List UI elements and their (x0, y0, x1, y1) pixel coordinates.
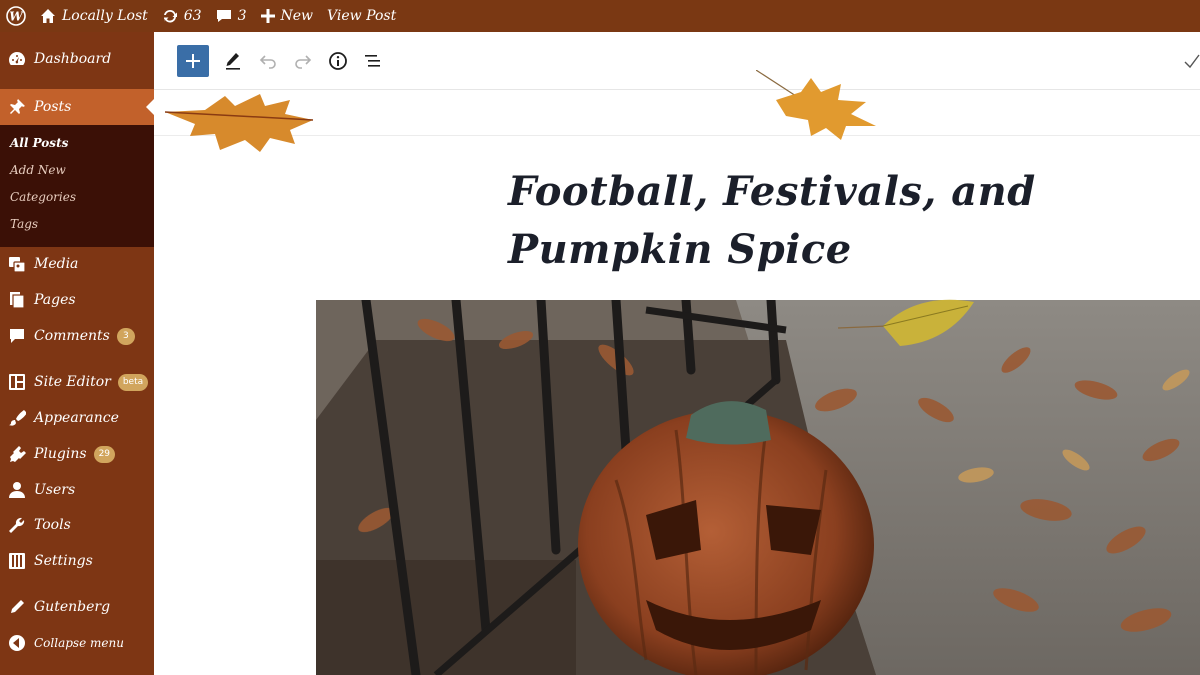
menu-label-users: Users (34, 482, 76, 498)
admin-bar: W Locally Lost 63 3 New View Post (0, 0, 1200, 32)
collapse-menu-label: Collapse menu (34, 636, 124, 650)
admin-sidebar: Dashboard Posts All Posts Add New Catego… (0, 32, 154, 675)
tools-button[interactable] (217, 45, 249, 77)
menu-label-appearance: Appearance (34, 410, 119, 426)
view-post-link[interactable]: View Post (320, 0, 403, 32)
pencil-icon (8, 598, 26, 616)
menu-label-pages: Pages (34, 292, 76, 308)
collapse-arrow-icon (8, 634, 26, 652)
site-name-label: Locally Lost (62, 8, 148, 24)
menu-label-settings: Settings (34, 553, 93, 569)
info-icon (329, 52, 347, 70)
plus-icon (186, 54, 200, 68)
site-name-link[interactable]: Locally Lost (33, 0, 155, 32)
menu-item-gutenberg[interactable]: Gutenberg (0, 590, 154, 624)
menu-label-gutenberg: Gutenberg (34, 599, 111, 615)
site-editor-icon (8, 373, 26, 391)
settings-sliders-icon (8, 552, 26, 570)
plugin-icon (8, 445, 26, 463)
menu-item-media[interactable]: Media (0, 247, 154, 281)
menu-item-appearance[interactable]: Appearance (0, 401, 154, 435)
undo-icon (259, 55, 276, 69)
submenu-all-posts[interactable]: All Posts (10, 136, 68, 150)
submenu-add-new[interactable]: Add New (10, 163, 66, 177)
dashboard-icon (8, 50, 26, 68)
autumn-leaf-decoration (756, 70, 876, 140)
menu-label-site-editor: Site Editor (34, 374, 111, 390)
editor-canvas: Football, Festivals, and Pumpkin Spice (154, 91, 1200, 675)
menu-item-users[interactable]: Users (0, 473, 154, 507)
posts-submenu: All Posts Add New Categories Tags (0, 125, 154, 247)
menu-label-comments: Comments (34, 328, 110, 344)
pages-icon (8, 291, 26, 309)
plus-icon (260, 9, 275, 23)
pumpkin-photo-graphic (316, 300, 1200, 675)
menu-item-posts[interactable]: Posts (0, 89, 154, 125)
pushpin-icon (8, 98, 26, 116)
block-inserter-button[interactable] (177, 45, 209, 77)
paintbrush-icon (8, 409, 26, 427)
checkmark-icon (1184, 54, 1200, 69)
menu-item-pages[interactable]: Pages (0, 283, 154, 317)
submenu-categories[interactable]: Categories (10, 190, 76, 204)
list-view-icon (365, 55, 380, 67)
autumn-leaf-decoration (165, 94, 314, 152)
list-view-button[interactable] (357, 45, 389, 77)
menu-label-dashboard: Dashboard (34, 51, 112, 67)
editor-toolbar (154, 32, 1200, 90)
menu-item-settings[interactable]: Settings (0, 544, 154, 578)
saved-status-button[interactable] (1176, 45, 1200, 77)
menu-label-posts: Posts (34, 99, 72, 115)
updates-link[interactable]: 63 (155, 0, 209, 32)
svg-text:W: W (9, 10, 24, 24)
featured-image-pumpkin[interactable] (316, 300, 1200, 675)
comments-badge: 3 (116, 327, 135, 345)
menu-item-plugins[interactable]: Plugins 29 (0, 437, 154, 471)
redo-icon (295, 55, 312, 69)
comments-count: 3 (237, 8, 247, 24)
menu-item-site-editor[interactable]: Site Editor beta (0, 365, 154, 399)
plugins-badge: 29 (93, 445, 116, 463)
redo-button[interactable] (287, 45, 319, 77)
autumn-leaf-decoration (838, 299, 974, 346)
menu-item-comments[interactable]: Comments 3 (0, 319, 154, 353)
collapse-menu-button[interactable]: Collapse menu (0, 626, 154, 660)
menu-item-tools[interactable]: Tools (0, 508, 154, 542)
comment-bubble-icon (216, 10, 231, 22)
wrench-icon (8, 516, 26, 534)
user-icon (8, 481, 26, 499)
details-button[interactable] (322, 45, 354, 77)
submenu-tags[interactable]: Tags (10, 217, 38, 231)
new-content-link[interactable]: New (254, 0, 321, 32)
menu-label-plugins: Plugins (34, 446, 87, 462)
new-label: New (280, 8, 314, 24)
pen-icon (226, 53, 240, 70)
menu-label-tools: Tools (34, 517, 71, 533)
wordpress-logo-button[interactable]: W (0, 0, 33, 32)
updates-count: 63 (183, 8, 202, 24)
menu-label-media: Media (34, 256, 79, 272)
menu-item-dashboard[interactable]: Dashboard (0, 42, 154, 76)
updates-icon (163, 9, 177, 23)
home-icon (41, 9, 55, 23)
site-editor-beta-badge: beta (117, 373, 149, 391)
post-title[interactable]: Football, Festivals, and Pumpkin Spice (508, 163, 1148, 279)
media-icon (8, 255, 26, 273)
comments-link[interactable]: 3 (209, 0, 254, 32)
comments-icon (8, 327, 26, 345)
wordpress-logo-icon: W (6, 6, 26, 26)
view-post-label: View Post (327, 8, 397, 24)
undo-button[interactable] (252, 45, 284, 77)
